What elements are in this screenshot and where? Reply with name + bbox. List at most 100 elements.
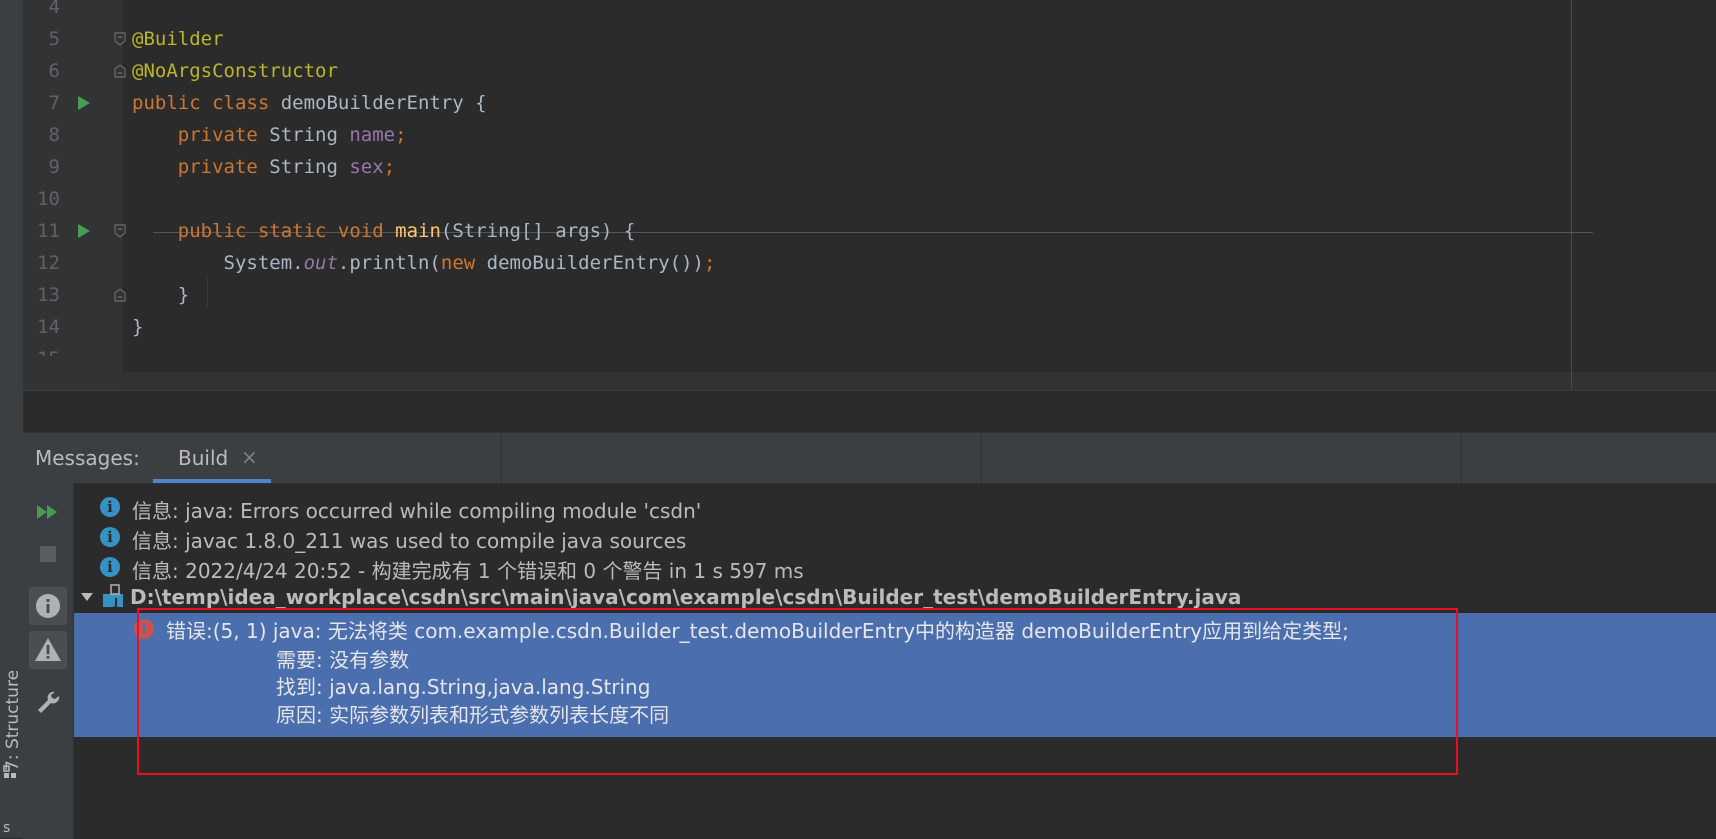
code-token: static bbox=[257, 220, 338, 242]
code-token: private bbox=[177, 124, 270, 146]
code-line[interactable]: 6 @NoArgsConstructor bbox=[23, 54, 1716, 89]
tab-bar-divider bbox=[501, 433, 502, 483]
line-number: 12 bbox=[37, 252, 60, 274]
info-icon bbox=[100, 527, 120, 547]
line-number: 14 bbox=[37, 316, 60, 338]
code-token: @NoArgsConstructor bbox=[132, 60, 338, 82]
line-number: 7 bbox=[48, 92, 60, 114]
code-line[interactable]: 15 bbox=[23, 342, 1716, 356]
code-token: String bbox=[269, 156, 350, 178]
messages-label: Messages: bbox=[35, 446, 140, 470]
line-number: 11 bbox=[37, 220, 60, 242]
code-text: System.out.println(new demoBuilderEntry(… bbox=[132, 246, 716, 281]
messages-toolbar bbox=[23, 483, 74, 839]
code-token: sex bbox=[349, 156, 384, 178]
line-number: 6 bbox=[48, 60, 60, 82]
code-token: out bbox=[303, 252, 338, 274]
fold-marker-icon[interactable] bbox=[114, 32, 126, 46]
code-token: demoBuilderEntry()) bbox=[486, 252, 704, 274]
structure-tab-label: 7: Structure bbox=[3, 669, 23, 771]
tab-bar-divider bbox=[1461, 433, 1462, 483]
code-token: public bbox=[132, 92, 213, 114]
line-number: 8 bbox=[48, 124, 60, 146]
java-file-icon: J bbox=[103, 584, 123, 608]
rerun-button[interactable] bbox=[29, 493, 67, 531]
tab-build[interactable]: Build × bbox=[153, 433, 271, 483]
code-line[interactable]: 7 public class demoBuilderEntry { bbox=[23, 86, 1716, 121]
wrench-icon bbox=[38, 691, 60, 713]
code-text: } bbox=[132, 310, 143, 345]
fold-marker-icon[interactable] bbox=[114, 288, 126, 302]
code-token: main bbox=[395, 220, 441, 242]
code-text: private String sex; bbox=[132, 150, 395, 185]
structure-icon bbox=[3, 765, 16, 778]
collapse-arrow-icon[interactable] bbox=[80, 590, 94, 604]
code-line[interactable]: 11 public static void main(String[] args… bbox=[23, 214, 1716, 249]
line-number: 13 bbox=[37, 284, 60, 306]
code-token: ; bbox=[383, 156, 396, 178]
info-icon bbox=[100, 557, 120, 577]
messages-tab-bar: Messages: Build × bbox=[23, 433, 1716, 484]
code-line[interactable]: 13 } bbox=[23, 278, 1716, 313]
settings-button[interactable] bbox=[29, 683, 67, 721]
code-line[interactable]: 10 bbox=[23, 182, 1716, 217]
code-token: } bbox=[132, 316, 144, 338]
code-line[interactable]: 5 @Builder bbox=[23, 22, 1716, 57]
code-token: .println( bbox=[337, 252, 441, 274]
code-text: @Builder bbox=[132, 22, 224, 57]
code-token: @Builder bbox=[132, 28, 224, 50]
code-token: ; bbox=[395, 124, 407, 146]
code-text: public class demoBuilderEntry { bbox=[132, 86, 487, 121]
highlight-box bbox=[137, 608, 1458, 775]
show-info-toggle[interactable] bbox=[29, 587, 67, 625]
info-filter-icon bbox=[36, 594, 60, 618]
run-gutter-icon[interactable] bbox=[76, 86, 96, 121]
stop-button[interactable] bbox=[29, 535, 67, 573]
warning-filter-icon bbox=[35, 638, 61, 661]
code-token: class bbox=[212, 92, 281, 114]
bottom-tool-label[interactable]: s bbox=[3, 820, 10, 836]
code-editor[interactable]: 4 5 @Builder 6 @NoArgsConstructor 7 public cla… bbox=[23, 0, 1716, 390]
editor-tool-separator bbox=[23, 390, 1716, 433]
code-line[interactable]: 9 private String sex; bbox=[23, 150, 1716, 185]
info-message[interactable]: 信息: 2022/4/24 20:52 - 构建完成有 1 个错误和 0 个警告… bbox=[132, 555, 804, 584]
code-token: name bbox=[349, 124, 396, 146]
fold-marker-icon[interactable] bbox=[114, 224, 126, 238]
caret-row-highlight bbox=[123, 372, 1716, 390]
info-message[interactable]: 信息: javac 1.8.0_211 was used to compile … bbox=[132, 525, 686, 554]
svg-text:J: J bbox=[113, 596, 118, 608]
line-number: 9 bbox=[48, 156, 60, 178]
tab-bar-divider bbox=[981, 433, 982, 483]
rerun-icon bbox=[37, 505, 57, 519]
show-warnings-toggle[interactable] bbox=[29, 631, 67, 669]
fold-marker-icon[interactable] bbox=[114, 64, 126, 78]
code-token: new bbox=[440, 252, 487, 274]
code-token: System. bbox=[132, 252, 304, 274]
file-path: D:\temp\idea_workplace\csdn\src\main\jav… bbox=[130, 585, 1242, 609]
code-text: @NoArgsConstructor bbox=[132, 54, 338, 89]
code-line[interactable]: 12 System.out.println(new demoBuilderEnt… bbox=[23, 246, 1716, 281]
code-line[interactable]: 8 private String name; bbox=[23, 118, 1716, 153]
code-token: } bbox=[132, 284, 190, 306]
line-number: 10 bbox=[37, 188, 60, 210]
code-token: (String[] args) { bbox=[440, 220, 636, 242]
tab-build-label: Build bbox=[178, 446, 229, 470]
tab-close-icon[interactable]: × bbox=[241, 445, 258, 469]
code-token: void bbox=[337, 220, 396, 242]
left-tool-strip: 7: Structure s bbox=[0, 0, 24, 838]
info-icon bbox=[100, 497, 120, 517]
code-text: } bbox=[132, 278, 189, 313]
code-text: public static void main(String[] args) { bbox=[132, 214, 636, 249]
line-number: 5 bbox=[48, 28, 60, 50]
structure-tool-tab[interactable]: 7: Structure bbox=[0, 650, 23, 778]
code-text: private String name; bbox=[132, 118, 407, 153]
run-gutter-icon[interactable] bbox=[76, 214, 96, 249]
stop-icon bbox=[40, 546, 56, 562]
code-line[interactable]: 14} bbox=[23, 310, 1716, 345]
code-token: demoBuilderEntry { bbox=[280, 92, 487, 114]
code-token: ; bbox=[703, 252, 716, 274]
info-message[interactable]: 信息: java: Errors occurred while compilin… bbox=[132, 495, 701, 524]
